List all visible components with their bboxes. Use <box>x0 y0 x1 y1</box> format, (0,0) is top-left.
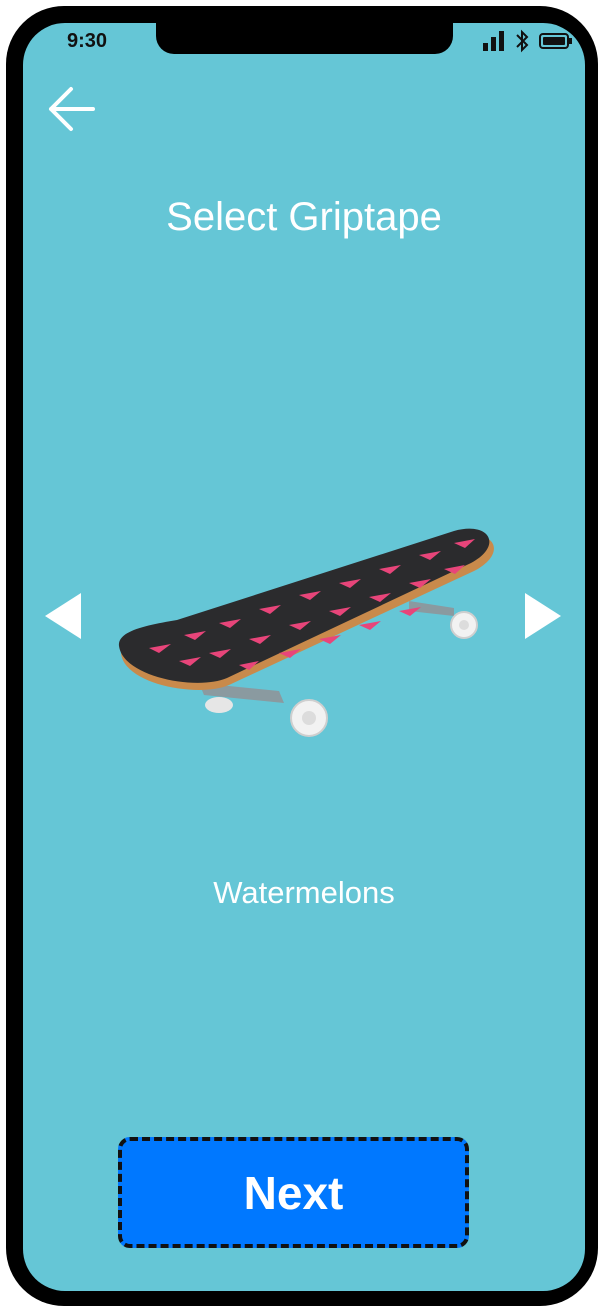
battery-icon <box>539 33 572 49</box>
back-button[interactable] <box>43 81 99 137</box>
status-time: 9:30 <box>67 30 108 52</box>
next-option-button[interactable] <box>523 591 563 641</box>
notch <box>156 23 453 54</box>
app-screen: 9:30 Select Griptape Watermelons Next <box>23 23 585 1291</box>
next-button[interactable]: Next <box>118 1137 469 1248</box>
status-icons <box>483 29 573 53</box>
triangle-right-icon <box>525 593 561 639</box>
triangle-left-icon <box>45 593 81 639</box>
skateboard-image <box>109 513 499 743</box>
griptape-option-name: Watermelons <box>213 875 395 910</box>
bluetooth-icon <box>516 29 529 53</box>
signal-icon <box>483 31 504 51</box>
page-title: Select Griptape <box>166 195 442 239</box>
phone-frame: 9:30 Select Griptape Watermelons Next <box>6 6 598 1306</box>
back-arrow-icon <box>49 87 95 131</box>
previous-option-button[interactable] <box>43 591 83 641</box>
